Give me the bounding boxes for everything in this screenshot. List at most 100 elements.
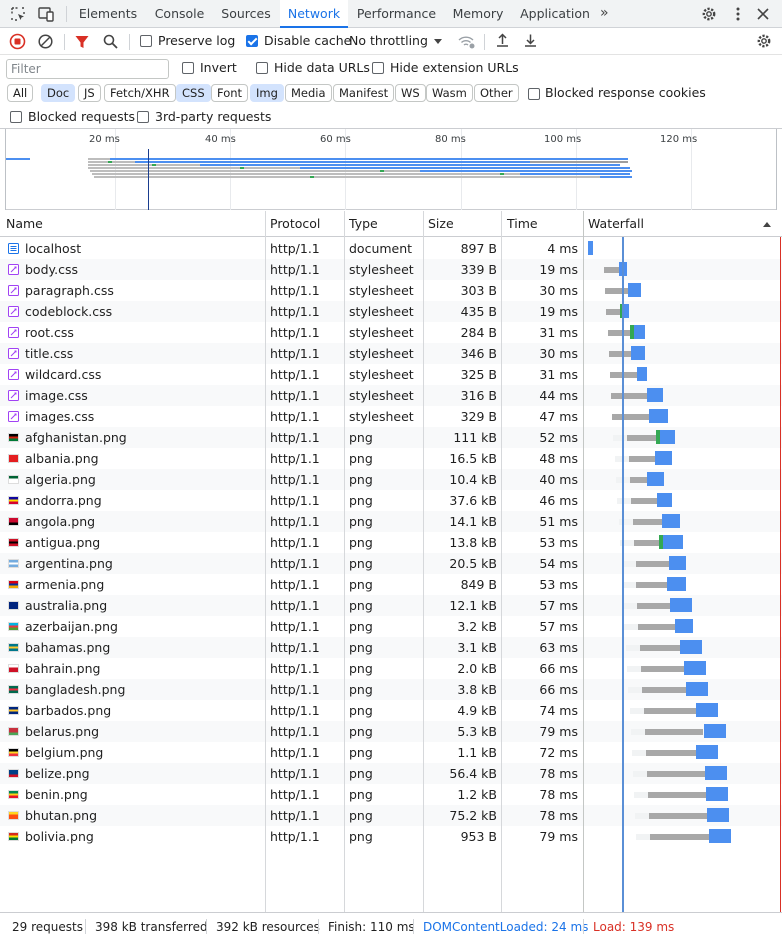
table-row[interactable]: andorra.png http/1.1 png 37.6 kB 46 ms <box>0 490 782 511</box>
column-protocol[interactable]: Protocol <box>270 216 320 231</box>
request-protocol: http/1.1 <box>270 346 320 361</box>
type-filter-img[interactable]: Img <box>250 84 284 102</box>
network-settings-gear-icon[interactable] <box>755 32 773 50</box>
table-row[interactable]: bahrain.png http/1.1 png 2.0 kB 66 ms <box>0 658 782 679</box>
type-filter-media[interactable]: Media <box>285 84 332 102</box>
table-row[interactable]: algeria.png http/1.1 png 10.4 kB 40 ms <box>0 469 782 490</box>
table-row[interactable]: afghanistan.png http/1.1 png 111 kB 52 ms <box>0 427 782 448</box>
inspect-element-icon[interactable] <box>9 5 27 23</box>
request-protocol: http/1.1 <box>270 535 320 550</box>
tab-application[interactable]: Application <box>515 0 595 28</box>
table-row[interactable]: argentina.png http/1.1 png 20.5 kB 54 ms <box>0 553 782 574</box>
throttling-select[interactable]: No throttling <box>349 33 428 48</box>
tab-memory[interactable]: Memory <box>446 0 510 28</box>
device-toolbar-icon[interactable] <box>37 5 55 23</box>
overview-right-handle[interactable] <box>776 129 782 210</box>
blocked-response-cookies-checkbox[interactable] <box>528 88 540 100</box>
type-filter-other[interactable]: Other <box>474 84 519 102</box>
table-row[interactable]: belize.png http/1.1 png 56.4 kB 78 ms <box>0 763 782 784</box>
chevron-down-icon[interactable] <box>433 38 443 46</box>
tab-performance[interactable]: Performance <box>352 0 441 28</box>
clear-icon[interactable] <box>37 33 54 50</box>
overview-request-bar <box>310 176 314 178</box>
type-filter-fetch-xhr[interactable]: Fetch/XHR <box>104 84 176 102</box>
table-row[interactable]: bangladesh.png http/1.1 png 3.8 kB 66 ms <box>0 679 782 700</box>
network-overview-timeline[interactable]: 20 ms 40 ms 60 ms 80 ms 100 ms 120 ms <box>0 129 782 210</box>
flag-image-icon <box>8 706 19 715</box>
table-row[interactable]: antigua.png http/1.1 png 13.8 kB 53 ms <box>0 532 782 553</box>
import-har-icon[interactable] <box>494 32 511 49</box>
type-filter-ws[interactable]: WS <box>395 84 426 102</box>
disable-cache-checkbox[interactable] <box>246 35 258 47</box>
invert-checkbox[interactable] <box>182 62 194 74</box>
table-row[interactable]: benin.png http/1.1 png 1.2 kB 78 ms <box>0 784 782 805</box>
column-time[interactable]: Time <box>507 216 538 231</box>
hide-data-urls-checkbox[interactable] <box>256 62 268 74</box>
table-row[interactable]: images.css http/1.1 stylesheet 329 B 47 ms <box>0 406 782 427</box>
third-party-requests-checkbox[interactable] <box>137 111 149 123</box>
overview-left-handle[interactable] <box>0 129 6 210</box>
sort-ascending-icon[interactable] <box>762 220 772 228</box>
request-protocol: http/1.1 <box>270 409 320 424</box>
table-row[interactable]: paragraph.css http/1.1 stylesheet 303 B 30 m… <box>0 280 782 301</box>
tab-elements[interactable]: Elements <box>74 0 142 28</box>
request-size: 37.6 kB <box>449 493 497 508</box>
export-har-icon[interactable] <box>522 32 539 49</box>
hide-extension-urls-checkbox[interactable] <box>372 62 384 74</box>
column-name[interactable]: Name <box>6 216 43 231</box>
table-row[interactable]: wildcard.css http/1.1 stylesheet 325 B 31 ms <box>0 364 782 385</box>
overview-request-bar <box>240 167 244 169</box>
request-type: png <box>349 766 373 781</box>
type-filter-css[interactable]: CSS <box>176 84 211 102</box>
table-row[interactable]: armenia.png http/1.1 png 849 B 53 ms <box>0 574 782 595</box>
request-time: 78 ms <box>539 787 578 802</box>
network-conditions-icon[interactable] <box>457 33 475 50</box>
table-row[interactable]: codeblock.css http/1.1 stylesheet 435 B 19 m… <box>0 301 782 322</box>
table-row[interactable]: localhost http/1.1 document 897 B 4 ms <box>0 238 782 259</box>
preserve-log-checkbox[interactable] <box>140 35 152 47</box>
column-waterfall[interactable]: Waterfall <box>588 216 644 231</box>
record-stop-icon[interactable] <box>9 33 26 50</box>
request-time: 78 ms <box>539 766 578 781</box>
request-size: 1.1 kB <box>457 745 497 760</box>
request-filter-bar: Blocked requests 3rd-party requests <box>0 105 782 129</box>
type-filter-font[interactable]: Font <box>211 84 249 102</box>
table-row[interactable]: body.css http/1.1 stylesheet 339 B 19 ms <box>0 259 782 280</box>
type-filter-manifest[interactable]: Manifest <box>333 84 395 102</box>
column-type[interactable]: Type <box>349 216 378 231</box>
table-row[interactable]: root.css http/1.1 stylesheet 284 B 31 ms <box>0 322 782 343</box>
search-icon[interactable] <box>102 33 119 50</box>
table-row[interactable]: albania.png http/1.1 png 16.5 kB 48 ms <box>0 448 782 469</box>
more-tabs-icon[interactable]: » <box>600 5 609 21</box>
devtools-tab-bar: Elements Console Sources Network Perform… <box>0 0 782 28</box>
table-row[interactable]: image.css http/1.1 stylesheet 316 B 44 ms <box>0 385 782 406</box>
filter-funnel-icon[interactable] <box>74 34 90 50</box>
more-options-icon[interactable] <box>729 5 747 23</box>
table-row[interactable]: title.css http/1.1 stylesheet 346 B 30 ms <box>0 343 782 364</box>
table-row[interactable]: angola.png http/1.1 png 14.1 kB 51 ms <box>0 511 782 532</box>
type-filter-wasm[interactable]: Wasm <box>426 84 473 102</box>
filter-input[interactable]: Filter <box>6 59 169 79</box>
type-filter-doc[interactable]: Doc <box>41 84 76 102</box>
close-devtools-icon[interactable] <box>754 5 772 23</box>
request-size: 897 B <box>460 241 497 256</box>
table-row[interactable]: barbados.png http/1.1 png 4.9 kB 74 ms <box>0 700 782 721</box>
table-row[interactable]: belarus.png http/1.1 png 5.3 kB 79 ms <box>0 721 782 742</box>
table-row[interactable]: belgium.png http/1.1 png 1.1 kB 72 ms <box>0 742 782 763</box>
table-row[interactable]: azerbaijan.png http/1.1 png 3.2 kB 57 ms <box>0 616 782 637</box>
settings-gear-icon[interactable] <box>700 5 718 23</box>
request-protocol: http/1.1 <box>270 451 320 466</box>
blocked-requests-checkbox[interactable] <box>10 111 22 123</box>
tab-console[interactable]: Console <box>146 0 213 28</box>
tab-network[interactable]: Network <box>280 0 348 28</box>
table-row[interactable]: australia.png http/1.1 png 12.1 kB 57 ms <box>0 595 782 616</box>
dcl-line <box>622 237 624 912</box>
request-time: 79 ms <box>539 829 578 844</box>
type-filter-js[interactable]: JS <box>78 84 101 102</box>
table-row[interactable]: bhutan.png http/1.1 png 75.2 kB 78 ms <box>0 805 782 826</box>
column-size[interactable]: Size <box>428 216 454 231</box>
table-row[interactable]: bahamas.png http/1.1 png 3.1 kB 63 ms <box>0 637 782 658</box>
tab-sources[interactable]: Sources <box>216 0 276 28</box>
table-row[interactable]: bolivia.png http/1.1 png 953 B 79 ms <box>0 826 782 847</box>
type-filter-all[interactable]: All <box>7 84 34 102</box>
